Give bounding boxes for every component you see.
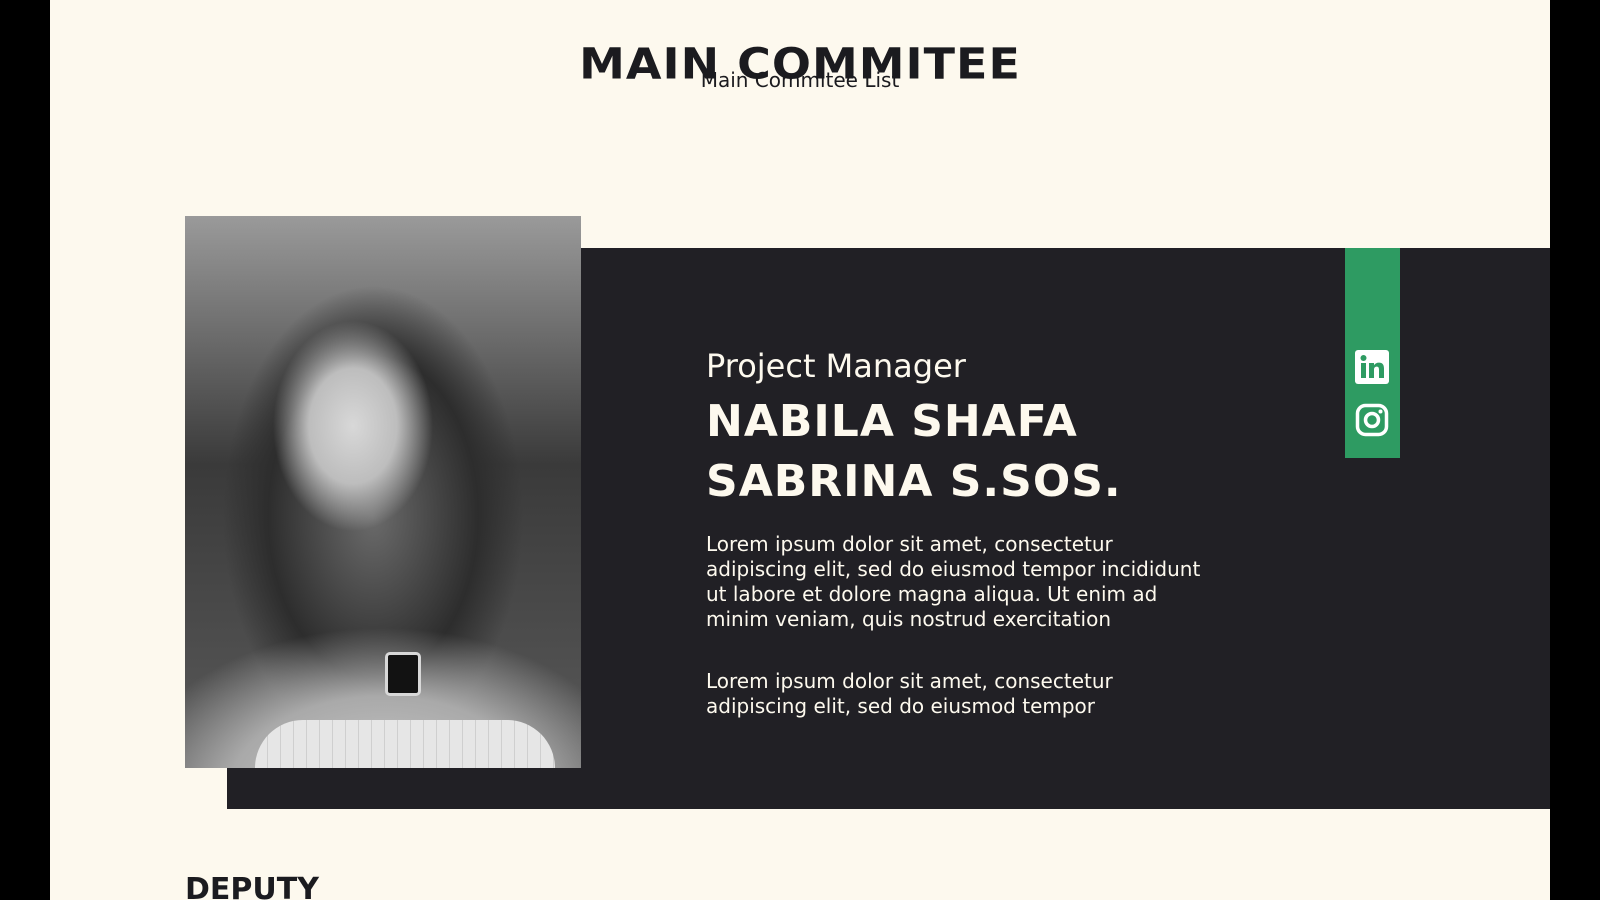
page-subtitle: Main Commitee List — [700, 68, 900, 92]
member-photo — [185, 216, 581, 768]
member-role: Project Manager — [706, 347, 966, 385]
linkedin-icon[interactable] — [1355, 350, 1389, 384]
social-links-bar — [1345, 248, 1400, 458]
instagram-icon[interactable] — [1355, 403, 1389, 437]
page: MAIN COMMITEE Main Commitee List Project… — [50, 0, 1550, 900]
member-info: Project Manager NABILA SHAFA SABRINA S.S… — [706, 346, 1216, 756]
photo-dress — [255, 720, 555, 768]
member-name-line-1: NABILA SHAFA — [706, 396, 1078, 447]
member-description-2: Lorem ipsum dolor sit amet, consectetur … — [706, 669, 1113, 718]
member-name: NABILA SHAFA SABRINA S.SOS. — [706, 392, 1216, 512]
member-name-line-2: SABRINA S.SOS. — [706, 456, 1122, 507]
section-heading-deputy: DEPUTY — [185, 872, 319, 900]
member-description-1: Lorem ipsum dolor sit amet, consectetur … — [706, 532, 1201, 631]
photo-pendant — [385, 652, 421, 696]
